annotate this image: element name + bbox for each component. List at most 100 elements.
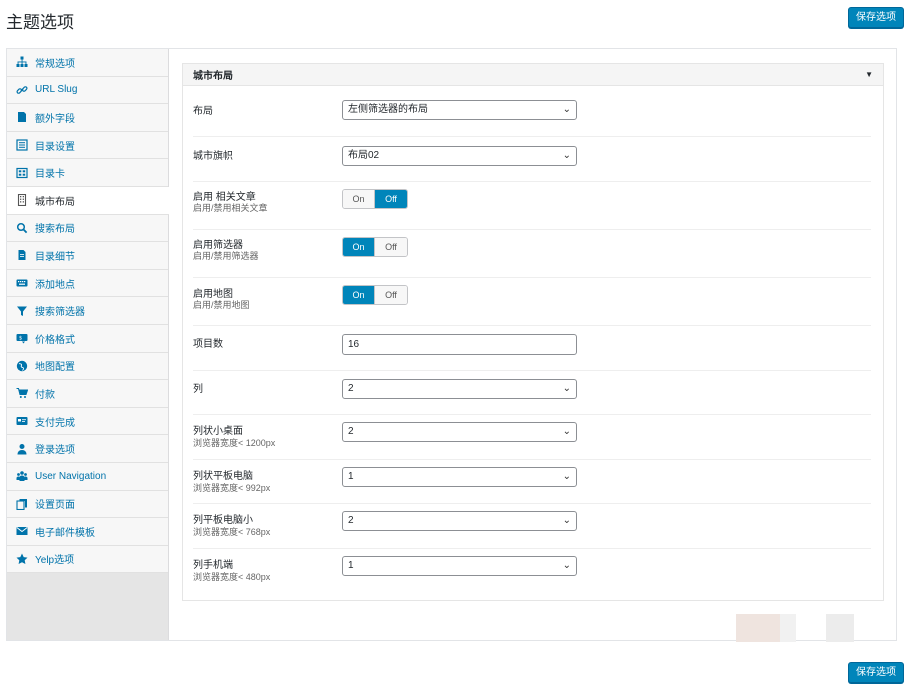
sidebar-item[interactable]: 目录设置 <box>7 131 168 160</box>
field-row-related-posts: 启用 相关文章 启用/禁用相关文章 On Off <box>193 182 871 230</box>
field-row-city-banner: 城市旗帜 布局02 ⌄ <box>193 137 871 182</box>
users-icon <box>15 470 28 483</box>
field-row-items-count: 项目数 16 <box>193 326 871 371</box>
sidebar-item[interactable]: 设置页面 <box>7 490 168 519</box>
field-row-col-tablet-small: 列平板电脑小 浏览器宽度< 768px 2 ⌄ <box>193 504 871 549</box>
col-desktop-small-select[interactable]: 2 ⌄ <box>342 422 577 442</box>
col-mobile-select[interactable]: 1 ⌄ <box>342 556 577 576</box>
col-tablet-select[interactable]: 1 ⌄ <box>342 467 577 487</box>
sidebar-item-label: 价格格式 <box>35 334 75 346</box>
select-value: 左侧筛选器的布局 <box>348 104 428 115</box>
building-icon <box>15 194 28 207</box>
select-value: 2 <box>348 515 354 526</box>
sitemap-icon <box>15 56 28 69</box>
price-icon: $ <box>15 332 28 345</box>
sidebar-item-label: 目录卡 <box>35 169 65 181</box>
sidebar-item-label: 目录细节 <box>35 251 75 263</box>
chevron-down-icon: ⌄ <box>562 515 571 526</box>
field-row-col-desktop-small: 列状小桌面 浏览器宽度< 1200px 2 ⌄ <box>193 415 871 460</box>
chevron-down-icon: ⌄ <box>562 426 571 437</box>
sidebar-item-label: 登录选项 <box>35 445 75 457</box>
sidebar-item-label: Yelp选项 <box>35 555 75 567</box>
save-options-button-top[interactable]: 保存选项 <box>848 7 904 28</box>
cart-icon <box>15 387 28 400</box>
sidebar-item-label: 添加地点 <box>35 279 75 291</box>
chevron-down-icon: ⌄ <box>562 471 571 482</box>
sidebar-item[interactable]: 付款 <box>7 380 168 408</box>
sidebar-item[interactable]: 地图配置 <box>7 352 168 381</box>
sidebar-item[interactable]: 添加地点 <box>7 269 168 298</box>
sidebar-item[interactable]: 目录卡 <box>7 159 168 187</box>
sidebar-item-label: 支付完成 <box>35 417 75 429</box>
field-label: 列手机端 <box>193 560 233 571</box>
sidebar-item-label: 搜索布局 <box>35 224 75 236</box>
file-icon <box>15 249 28 262</box>
sidebar-item-label: 设置页面 <box>35 500 75 512</box>
toggle-off-button[interactable]: Off <box>375 238 407 256</box>
sidebar-item-label: 常规选项 <box>35 58 75 70</box>
sidebar-item[interactable]: 搜索筛选器 <box>7 297 168 325</box>
sidebar-item[interactable]: 常规选项 <box>7 49 168 77</box>
chevron-down-icon: ⌄ <box>562 150 571 161</box>
list-icon <box>15 139 28 152</box>
toggle-on-button[interactable]: On <box>343 238 375 256</box>
filter-icon <box>15 304 28 317</box>
toggle-off-button[interactable]: Off <box>375 190 407 208</box>
field-description: 启用/禁用相关文章 <box>193 203 268 213</box>
copy-icon <box>15 497 28 510</box>
keyboard-icon <box>15 277 28 290</box>
sidebar-item[interactable]: $ 价格格式 <box>7 324 168 353</box>
layout-select[interactable]: 左侧筛选器的布局 ⌄ <box>342 100 577 120</box>
sidebar-item[interactable]: URL Slug <box>7 76 168 105</box>
field-description: 浏览器宽度< 768px <box>193 527 271 537</box>
sidebar-item[interactable]: 搜索布局 <box>7 214 168 243</box>
toggle-on-button[interactable]: On <box>343 190 375 208</box>
collapse-caret-icon[interactable]: ▼ <box>865 70 873 79</box>
sidebar-item[interactable]: 支付完成 <box>7 407 168 436</box>
columns-select[interactable]: 2 ⌄ <box>342 379 577 399</box>
sidebar-item[interactable]: 登录选项 <box>7 435 168 463</box>
items-count-input[interactable]: 16 <box>342 334 577 355</box>
chevron-down-icon: ⌄ <box>562 383 571 394</box>
sidebar-item-label: 付款 <box>35 389 55 401</box>
globe-icon <box>15 359 28 372</box>
field-row-layout: 布局 左侧筛选器的布局 ⌄ <box>193 94 871 137</box>
sidebar-item-label: 额外字段 <box>35 113 75 125</box>
sidebar-item[interactable]: User Navigation <box>7 462 168 491</box>
sidebar-item-label: User Navigation <box>35 470 107 482</box>
field-description: 浏览器宽度< 1200px <box>193 438 276 448</box>
toggle-on-button[interactable]: On <box>343 286 375 304</box>
card-icon <box>15 415 28 428</box>
select-value: 布局02 <box>348 150 380 161</box>
user-icon <box>15 442 28 455</box>
sidebar-item[interactable]: 城市布局 <box>7 186 169 215</box>
sidebar-item[interactable]: 目录细节 <box>7 242 168 270</box>
field-label: 城市旗帜 <box>193 151 233 162</box>
save-options-button-bottom[interactable]: 保存选项 <box>848 662 904 683</box>
enable-map-toggle[interactable]: On Off <box>342 285 408 305</box>
mail-icon <box>15 525 28 538</box>
sidebar-item[interactable]: 电子邮件模板 <box>7 518 168 546</box>
field-label: 列状小桌面 <box>193 426 243 437</box>
col-tablet-small-select[interactable]: 2 ⌄ <box>342 511 577 531</box>
field-label: 列状平板电脑 <box>193 471 253 482</box>
field-description: 浏览器宽度< 992px <box>193 483 271 493</box>
field-row-col-tablet: 列状平板电脑 浏览器宽度< 992px 1 ⌄ <box>193 460 871 504</box>
section-header[interactable]: 城市布局 ▼ <box>183 64 883 86</box>
chevron-down-icon: ⌄ <box>562 560 571 571</box>
select-value: 1 <box>348 560 354 571</box>
toggle-off-button[interactable]: Off <box>375 286 407 304</box>
search-icon <box>15 221 28 234</box>
sidebar-item-label: 搜索筛选器 <box>35 307 85 319</box>
options-content: 城市布局 ▼ 布局 左侧筛选器的布局 ⌄ 城市旗帜 布局02 ⌄ 启用 相关文章… <box>182 63 884 601</box>
sidebar-item[interactable]: Yelp选项 <box>7 545 168 574</box>
sidebar-item-label: 城市布局 <box>35 196 75 208</box>
city-banner-select[interactable]: 布局02 ⌄ <box>342 146 577 166</box>
sidebar-item[interactable]: 额外字段 <box>7 104 168 132</box>
star-icon <box>15 552 28 565</box>
field-row-enable-map: 启用地图 启用/禁用地图 On Off <box>193 278 871 326</box>
related-posts-toggle[interactable]: On Off <box>342 189 408 209</box>
watermark-block <box>736 614 780 642</box>
sidebar-item-label: 电子邮件模板 <box>35 527 95 539</box>
enable-filter-toggle[interactable]: On Off <box>342 237 408 257</box>
